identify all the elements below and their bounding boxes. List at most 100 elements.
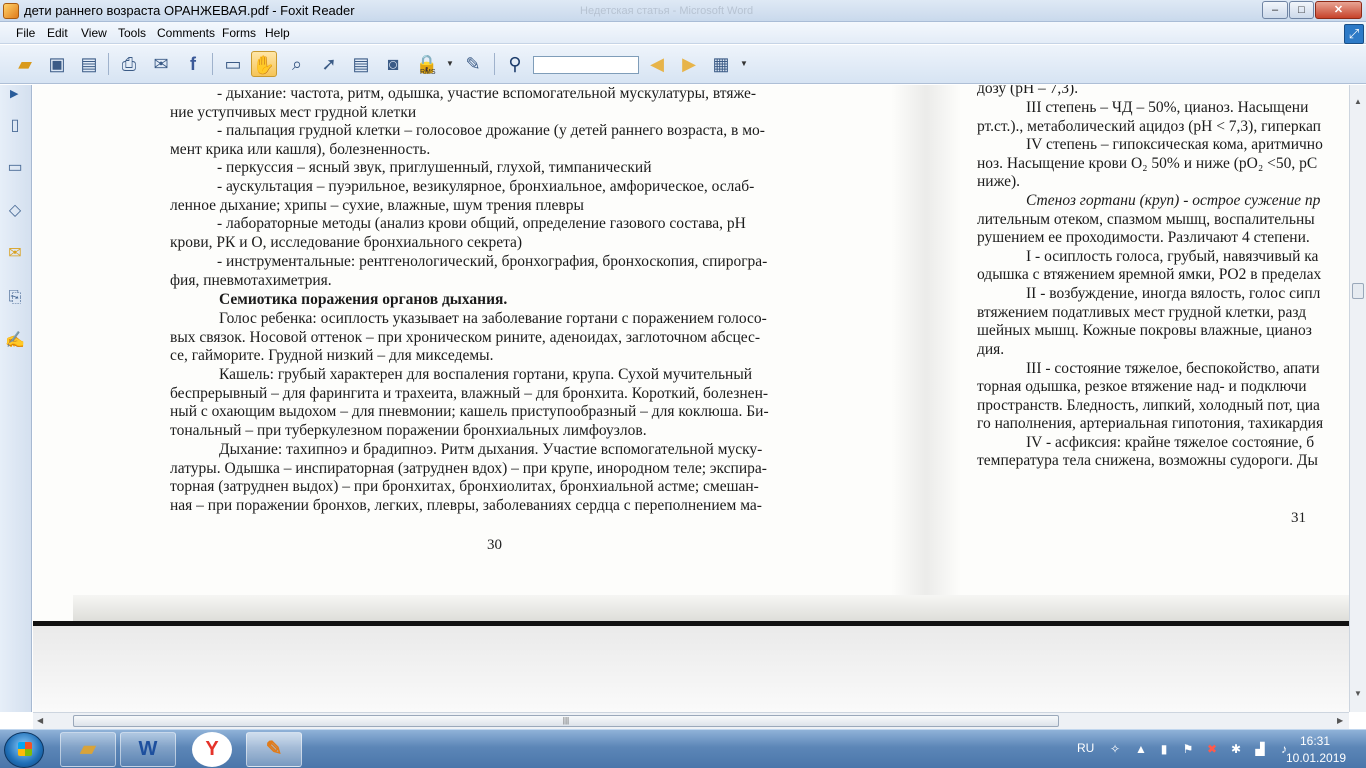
text-line: одышка с втяжением яремной ямки, PO2 в п… [977,266,1322,283]
rms-dropdown-chevron-icon[interactable]: ▼ [446,59,454,68]
yandex-browser-taskbar-icon[interactable]: Y [192,732,232,767]
text-line: Кашель: грубый характерен для воспаления… [219,366,753,383]
text-line: пространств. Бледность, липкий, холодный… [977,397,1320,414]
clock-date[interactable]: 10.01.2019 [1286,751,1346,765]
menu-tools[interactable]: Tools [118,26,146,40]
text-line: ная – при поражении бронхов, легких, пле… [170,497,762,514]
scroll-right-icon[interactable]: ▶ [1337,716,1343,725]
text-line: беспрерывный – для фарингита и трахеита,… [170,385,769,402]
text-line: вых связок. Носовой оттенок – при хронич… [170,329,761,346]
scroll-left-icon[interactable]: ◀ [37,716,43,725]
maximize-button[interactable]: □ [1289,1,1314,19]
menu-comments[interactable]: Comments [157,26,215,40]
signatures-panel-icon[interactable]: ✍ [4,330,26,352]
network-icon[interactable]: ▟ [1253,742,1267,756]
restore-view-icon[interactable]: ⤢ [1344,24,1364,44]
expand-panel-icon[interactable]: ▶ [10,87,18,100]
attachments-panel-icon[interactable]: ⎘ [4,287,26,309]
typewriter-icon[interactable]: ✎ [460,51,486,77]
flag-icon[interactable]: ⚑ [1181,742,1195,756]
text-line: ниже). [977,173,1021,190]
language-indicator[interactable]: RU [1077,741,1094,755]
text-line: I - осиплость голоса, грубый, навязчивый… [1026,248,1319,265]
text-line: крови, РК и О, исследование бронхиальног… [170,234,523,251]
tray-expand-chevron-icon[interactable]: ▲ [1134,742,1148,756]
save-as-icon[interactable]: ▤ [76,51,102,77]
word-taskbar-icon[interactable]: W [120,732,176,767]
tray-paint-icon[interactable]: ✧ [1108,742,1122,756]
pages-panel-icon[interactable]: ▯ [4,115,26,137]
find-input[interactable] [533,56,639,74]
text-line: дия. [977,341,1005,358]
text-line: торная одышка, резкое втяжение над- и по… [977,378,1307,395]
window-title: дети раннего возраста ОРАНЖЕВАЯ.pdf - Fo… [24,3,355,18]
vertical-scroll-thumb[interactable] [1352,283,1364,299]
text-line: мент крика или кашля), болезненность. [170,141,431,158]
text-line: се, гайморите. Грудной низкий – для микс… [170,347,494,364]
book-spine-shadow [891,85,961,615]
find-next-icon[interactable]: ▶ [676,51,702,77]
menu-bar: File Edit View Tools Comments Forms Help [0,22,1366,44]
text-line: втяжением податливых мест грудной клетки… [977,304,1307,321]
text-line: III - состояние тяжелое, беспокойство, а… [1026,360,1320,377]
open-folder-icon[interactable]: ▰ [12,51,38,77]
horizontal-scroll-thumb[interactable]: ||| [73,715,1059,727]
text-line: II - возбуждение, иногда вялость, голос … [1026,285,1321,302]
bluetooth-icon[interactable]: ✱ [1229,742,1243,756]
save-icon[interactable]: ▣ [44,51,70,77]
foxit-taskbar-icon[interactable]: ✎ [246,732,302,767]
toolbar-separator [212,53,213,75]
text-line: - пальпация грудной клетки – голосовое д… [217,122,765,139]
text-line: Стеноз гортани (круп) - острое сужение п… [1026,192,1321,209]
text-line: го наполнения, артериальная гипотония, т… [977,415,1324,432]
antivirus-icon[interactable]: ✖ [1205,742,1219,756]
taskbar: ▰ W Y ✎ RU ✧ ▲ ▮ ⚑ ✖ ✱ ▟ ♪ 16:31 10.01.2… [0,729,1366,768]
horizontal-scrollbar[interactable]: ◀ ||| ▶ [33,712,1349,729]
text-line: - аускультация – пуэрильное, везикулярно… [217,178,755,195]
search-options-icon[interactable]: ▦ [708,51,734,77]
find-previous-icon[interactable]: ◀ [644,51,670,77]
section-heading: Семиотика поражения органов дыхания. [219,291,508,308]
scroll-up-icon[interactable]: ▲ [1354,97,1362,106]
battery-icon[interactable]: ▮ [1157,742,1171,756]
scroll-down-icon[interactable]: ▼ [1354,689,1362,698]
text-line: - перкуссия – ясный звук, приглушенный, … [217,159,652,176]
menu-edit[interactable]: Edit [47,26,68,40]
text-line: шейных мышц. Кожные покровы влажные, циа… [977,322,1312,339]
facebook-icon[interactable]: f [180,51,206,77]
comments-panel-icon[interactable]: ✉ [4,243,26,265]
navigation-panel: ▶ ▯ ▭ ◇ ✉ ⎘ ✍ [0,85,32,712]
explorer-taskbar-icon[interactable]: ▰ [60,732,116,767]
menu-file[interactable]: File [16,26,35,40]
zoom-tool-icon[interactable]: ⌕ [284,51,310,77]
text-line: - инструментальные: рентгенологический, … [217,253,768,270]
print-icon[interactable]: ⎙ [116,51,142,77]
select-text-icon[interactable]: ▤ [348,51,374,77]
bookmarks-panel-icon[interactable]: ◇ [4,200,26,222]
text-line: Дыхание: тахипноэ и брадипноэ. Ритм дыха… [219,441,763,458]
close-button[interactable]: ✕ [1315,1,1362,19]
search-options-chevron-icon[interactable]: ▼ [740,59,748,68]
menu-forms[interactable]: Forms [222,26,256,40]
rms-label: RMS [420,69,436,76]
fullscreen-icon[interactable]: ▭ [220,51,246,77]
snapshot-icon[interactable]: ◙ [380,51,406,77]
text-line: IV - асфиксия: крайне тяжелое состояние,… [1026,434,1315,451]
menu-help[interactable]: Help [265,26,290,40]
vertical-scrollbar[interactable]: ▲ ▼ [1349,85,1366,712]
background-window-title: Недетская статья - Microsoft Word [580,5,754,17]
layers-panel-icon[interactable]: ▭ [4,157,26,179]
menu-view[interactable]: View [81,26,107,40]
hand-tool-icon[interactable]: ✋ [251,51,277,77]
text-line: дозу (pH – 7,3). [977,85,1079,97]
text-line: латуры. Одышка – инспираторная (затрудне… [170,460,767,477]
select-arrow-icon[interactable]: ➚ [316,51,342,77]
find-binoculars-icon[interactable]: ⚲ [502,51,528,77]
text-line: ленное дыхание; хрипы – сухие, влажные, … [170,197,584,214]
start-button[interactable] [4,732,44,768]
minimize-button[interactable]: – [1262,1,1288,19]
email-icon[interactable]: ✉ [148,51,174,77]
clock-time[interactable]: 16:31 [1300,734,1330,748]
document-view[interactable]: - дыхание: частота, ритм, одышка, участи… [33,85,1349,712]
text-line: IV степень – гипоксическая кома, аритмич… [1026,136,1323,153]
